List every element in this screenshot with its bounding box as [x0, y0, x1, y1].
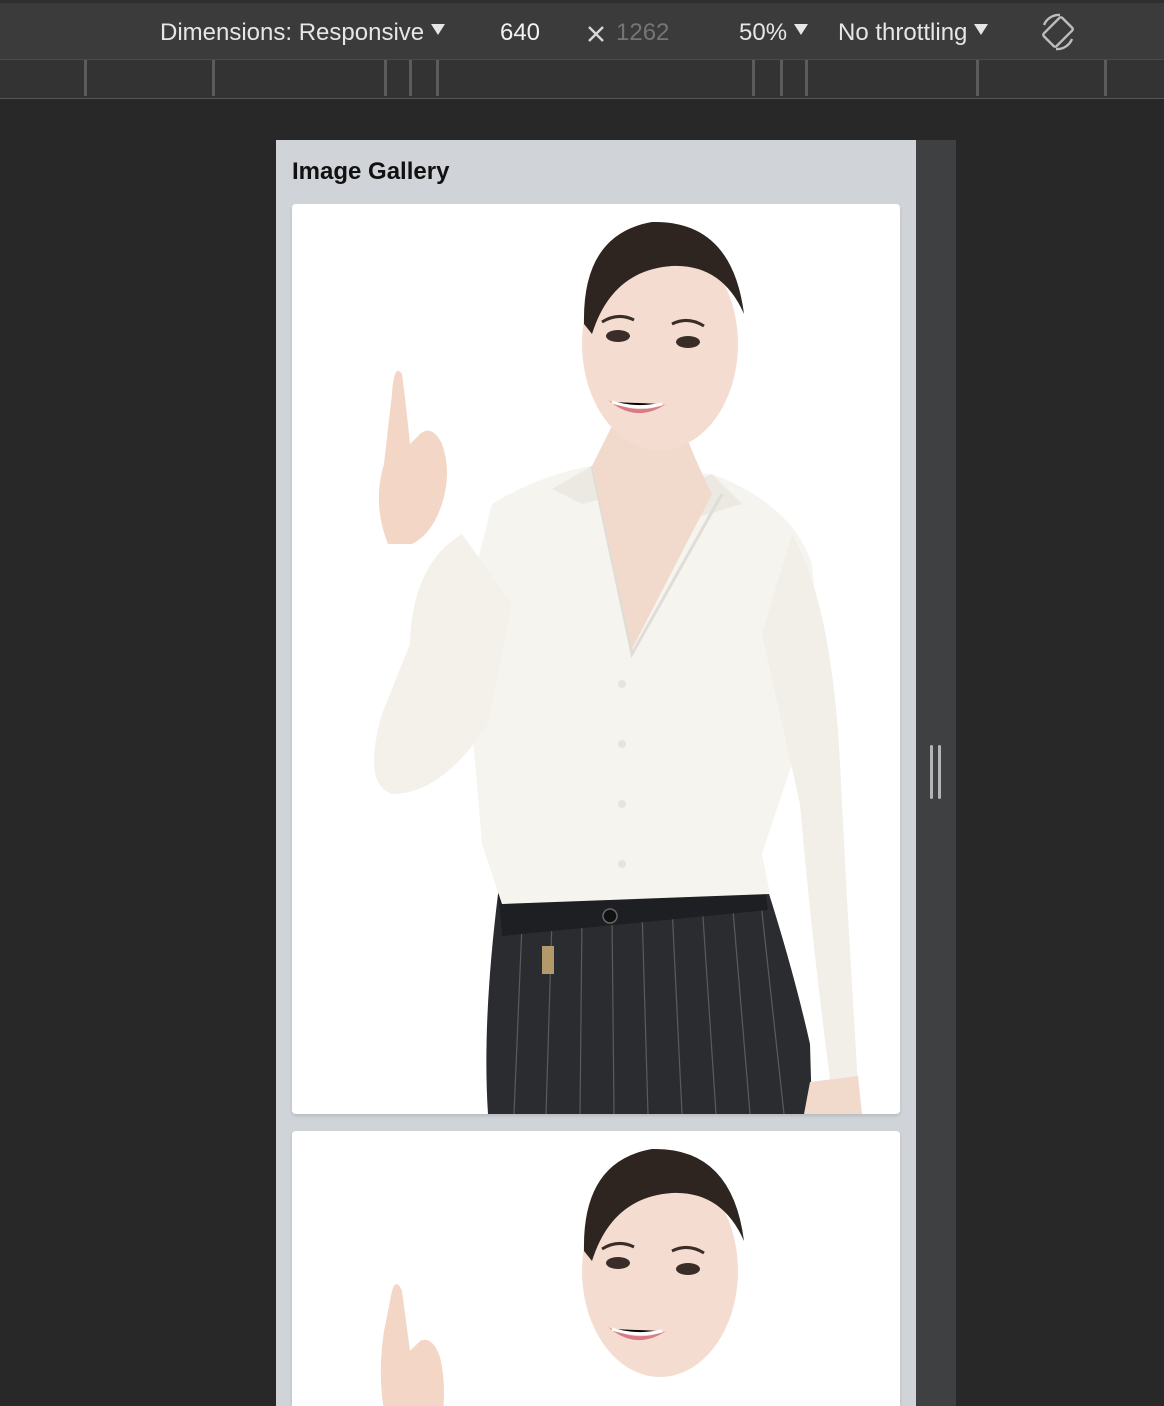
height-input[interactable] — [616, 14, 686, 52]
media-query-ruler — [0, 60, 1164, 99]
device-viewport: Image Gallery — [276, 140, 916, 1406]
dimensions-dropdown[interactable]: Dimensions: Responsive — [160, 18, 446, 48]
zoom-label: 50% — [739, 19, 788, 46]
caret-down-icon — [974, 24, 989, 36]
ruler-marker[interactable] — [1104, 60, 1107, 96]
ruler-marker[interactable] — [212, 60, 215, 96]
ruler-marker[interactable] — [384, 60, 387, 96]
woman-pointing-up-photo — [292, 1131, 900, 1406]
ruler-marker[interactable] — [805, 60, 808, 96]
throttling-dropdown[interactable]: No throttling — [838, 18, 989, 48]
gallery-card[interactable] — [292, 204, 900, 1114]
ruler-marker[interactable] — [752, 60, 755, 96]
ruler-marker[interactable] — [84, 60, 87, 96]
throttling-label: No throttling — [838, 19, 968, 46]
times-icon — [588, 26, 604, 42]
dimensions-label: Dimensions: Responsive — [160, 19, 425, 46]
page-title: Image Gallery — [292, 158, 450, 185]
device-toolbar: Dimensions: Responsive 50% No throttling — [0, 0, 1164, 60]
resize-handle-icon[interactable] — [930, 745, 944, 799]
zoom-dropdown[interactable]: 50% — [739, 18, 809, 48]
ruler-marker[interactable] — [976, 60, 979, 96]
ruler-marker[interactable] — [409, 60, 412, 96]
width-input[interactable] — [484, 14, 556, 52]
gallery-card[interactable] — [292, 1131, 900, 1406]
caret-down-icon — [794, 24, 809, 36]
caret-down-icon — [431, 24, 446, 36]
rotate-icon[interactable] — [1036, 10, 1080, 54]
ruler-marker[interactable] — [780, 60, 783, 96]
woman-pointing-up-photo — [292, 204, 900, 1114]
ruler-marker[interactable] — [436, 60, 439, 96]
